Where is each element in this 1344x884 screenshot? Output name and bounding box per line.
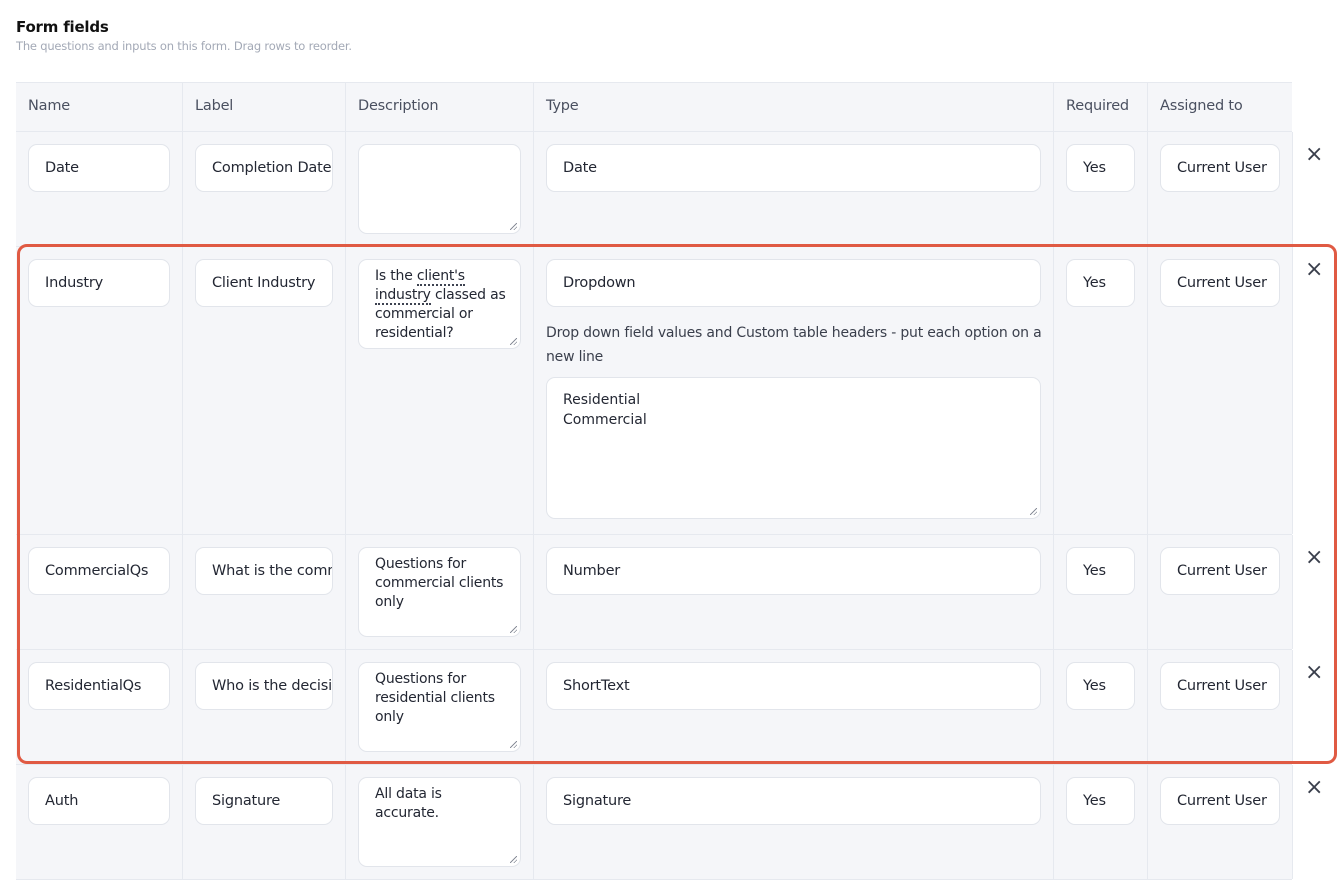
resize-handle-icon[interactable] bbox=[510, 741, 517, 748]
name-input[interactable]: Auth bbox=[28, 777, 170, 825]
close-icon[interactable]: × bbox=[1305, 662, 1323, 684]
assigned-select[interactable]: Current User bbox=[1160, 777, 1280, 825]
description-textarea[interactable]: Is the client's industry classed as comm… bbox=[358, 259, 521, 349]
close-icon[interactable]: × bbox=[1305, 777, 1323, 799]
close-icon[interactable]: × bbox=[1305, 547, 1323, 569]
page-subtitle: The questions and inputs on this form. D… bbox=[16, 39, 352, 53]
assigned-select[interactable]: Current User bbox=[1160, 259, 1280, 307]
label-input[interactable]: Who is the decision bbox=[195, 662, 333, 710]
column-header-required: Required bbox=[1053, 83, 1147, 131]
description-text: Is the bbox=[375, 268, 417, 284]
table-row[interactable]: Industry Client Industry Is the client's… bbox=[16, 247, 1323, 535]
label-input[interactable]: Signature bbox=[195, 777, 333, 825]
table-header-row: Name Label Description Type Required Ass… bbox=[16, 82, 1292, 132]
dropdown-options-hint: Drop down field values and Custom table … bbox=[546, 325, 1042, 365]
resize-handle-icon[interactable] bbox=[510, 223, 517, 230]
column-header-name: Name bbox=[28, 98, 70, 114]
description-textarea[interactable]: Questions for commercial clients only bbox=[358, 547, 521, 637]
assigned-select[interactable]: Current User bbox=[1160, 662, 1280, 710]
description-text: All data is accurate. bbox=[375, 786, 442, 821]
required-select[interactable]: Yes bbox=[1066, 662, 1135, 710]
column-header-description: Description bbox=[345, 83, 533, 131]
label-input[interactable]: Client Industry bbox=[195, 259, 333, 307]
column-header-assigned: Assigned to bbox=[1147, 83, 1292, 131]
description-textarea[interactable]: Questions for residential clients only bbox=[358, 662, 521, 752]
close-icon[interactable]: × bbox=[1305, 144, 1323, 166]
description-text: Questions for commercial clients only bbox=[375, 556, 504, 610]
resize-handle-icon[interactable] bbox=[510, 626, 517, 633]
table-row[interactable]: ResidentialQs Who is the decision Questi… bbox=[16, 650, 1323, 765]
required-select[interactable]: Yes bbox=[1066, 144, 1135, 192]
required-select[interactable]: Yes bbox=[1066, 259, 1135, 307]
column-header-type: Type bbox=[533, 83, 1053, 131]
page-title: Form fields bbox=[16, 18, 109, 36]
table-row[interactable]: Date Completion Date Date Yes Current Us… bbox=[16, 132, 1323, 247]
resize-handle-icon[interactable] bbox=[510, 856, 517, 863]
option-line: Commercial bbox=[563, 412, 647, 428]
required-select[interactable]: Yes bbox=[1066, 547, 1135, 595]
close-icon[interactable]: × bbox=[1305, 259, 1323, 281]
name-input[interactable]: CommercialQs bbox=[28, 547, 170, 595]
label-input[interactable]: What is the commercial bbox=[195, 547, 333, 595]
type-select[interactable]: Number bbox=[546, 547, 1041, 595]
resize-handle-icon[interactable] bbox=[1030, 508, 1037, 515]
name-input[interactable]: ResidentialQs bbox=[28, 662, 170, 710]
option-line: Residential bbox=[563, 392, 641, 408]
table-row[interactable]: Auth Signature All data is accurate. Sig… bbox=[16, 765, 1323, 880]
description-text: Questions for residential clients only bbox=[375, 671, 495, 725]
required-select[interactable]: Yes bbox=[1066, 777, 1135, 825]
form-fields-table: Name Label Description Type Required Ass… bbox=[16, 82, 1323, 880]
column-header-label: Label bbox=[182, 83, 345, 131]
type-select[interactable]: Signature bbox=[546, 777, 1041, 825]
name-input[interactable]: Date bbox=[28, 144, 170, 192]
type-select[interactable]: Date bbox=[546, 144, 1041, 192]
name-input[interactable]: Industry bbox=[28, 259, 170, 307]
description-textarea[interactable]: All data is accurate. bbox=[358, 777, 521, 867]
section-header: Form fields The questions and inputs on … bbox=[16, 18, 352, 53]
label-input[interactable]: Completion Date bbox=[195, 144, 333, 192]
dropdown-options-textarea[interactable]: Residential Commercial bbox=[546, 377, 1041, 519]
assigned-select[interactable]: Current User bbox=[1160, 144, 1280, 192]
table-row[interactable]: CommercialQs What is the commercial Ques… bbox=[16, 535, 1323, 650]
type-select[interactable]: Dropdown bbox=[546, 259, 1041, 307]
description-textarea[interactable] bbox=[358, 144, 521, 234]
assigned-select[interactable]: Current User bbox=[1160, 547, 1280, 595]
type-select[interactable]: ShortText bbox=[546, 662, 1041, 710]
resize-handle-icon[interactable] bbox=[510, 338, 517, 345]
